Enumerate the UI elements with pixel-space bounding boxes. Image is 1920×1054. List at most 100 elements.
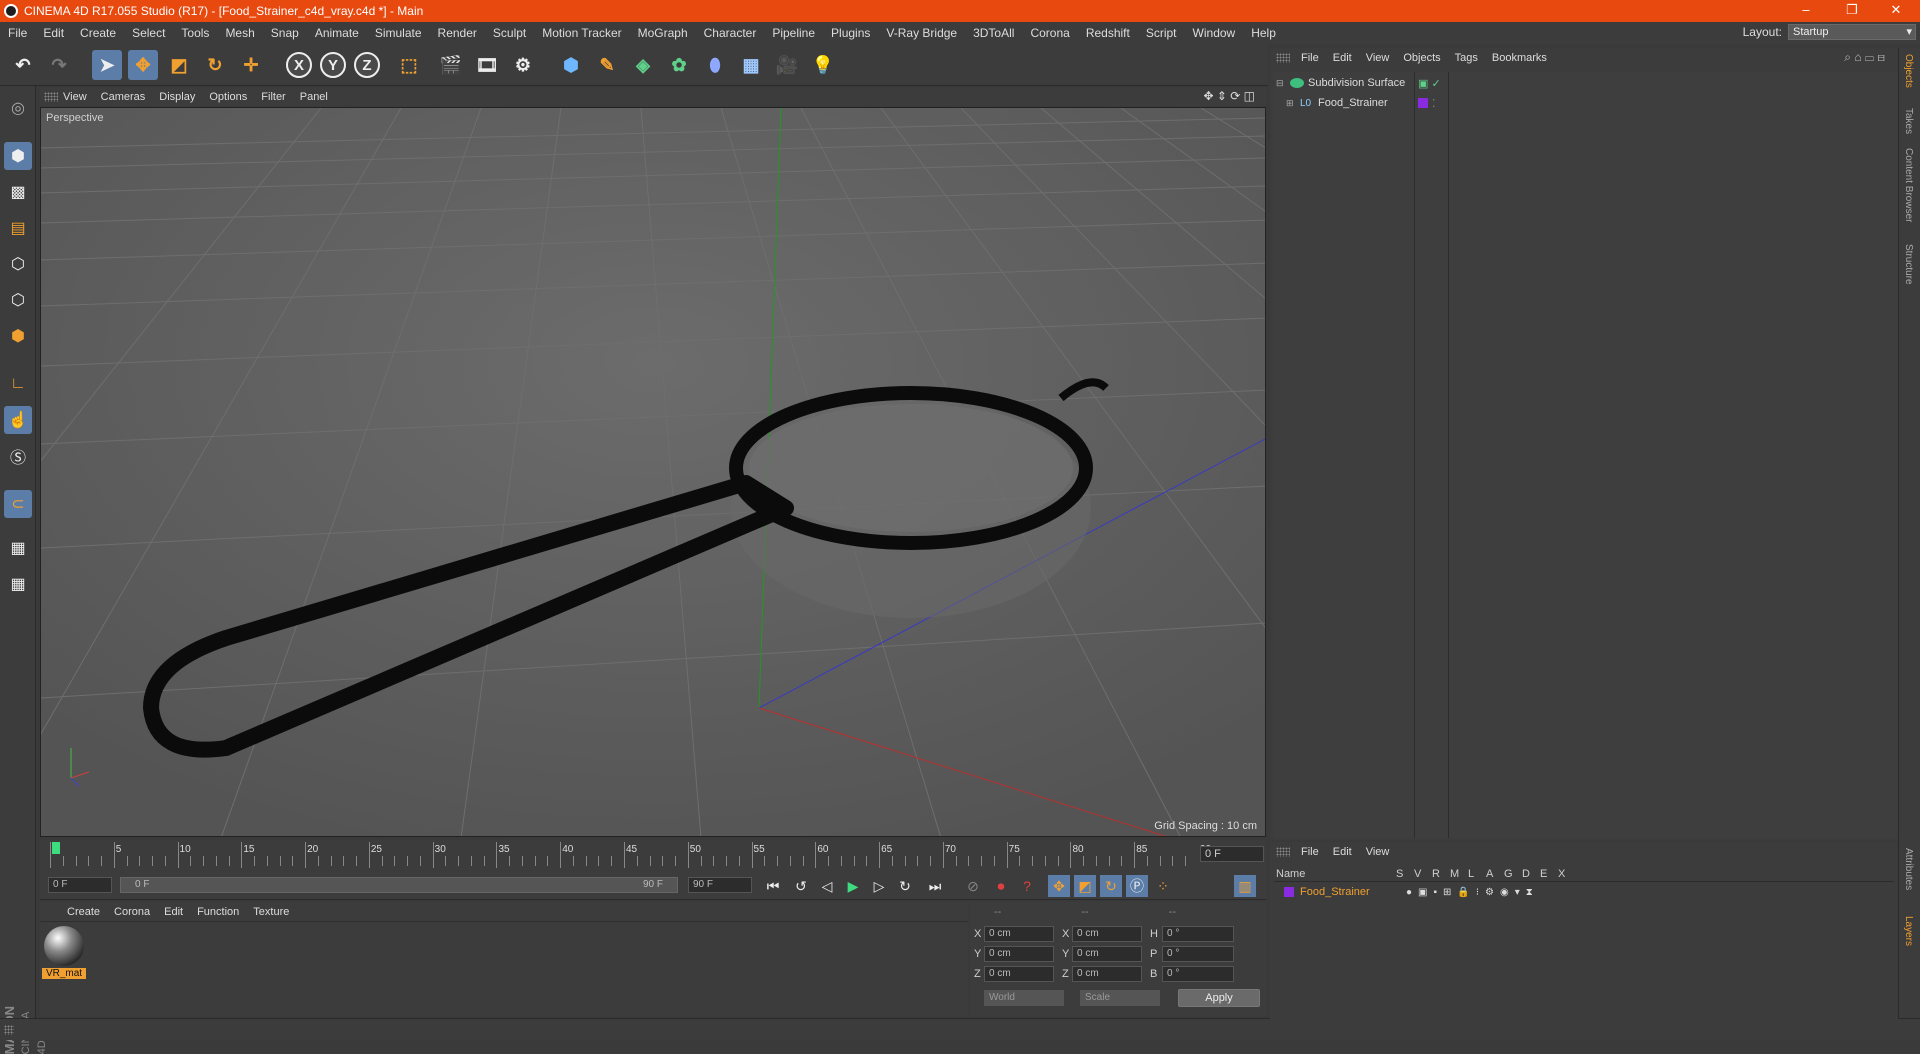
motion-path-icon[interactable]: ⊘: [962, 875, 984, 897]
enable-check-icon[interactable]: ▣ ✓: [1418, 77, 1441, 90]
obj-menu-tags[interactable]: Tags: [1448, 52, 1485, 64]
perspective-viewport[interactable]: Perspective Grid Spacing : 10 cm: [40, 107, 1266, 837]
menu-simulate[interactable]: Simulate: [367, 26, 430, 40]
coordinate-system-icon[interactable]: ⬚: [394, 50, 424, 80]
layer-color-swatch[interactable]: [1284, 887, 1294, 897]
menu-animate[interactable]: Animate: [307, 26, 367, 40]
collapse-icon[interactable]: ⊟: [1276, 78, 1286, 89]
layer-menu-file[interactable]: File: [1294, 846, 1326, 858]
end-frame-field[interactable]: 90 F: [688, 877, 752, 893]
layer-toggle-icons[interactable]: ●▣▪⊞🔒⁝⚙◉▾⧗: [1406, 887, 1539, 898]
layer-menu-view[interactable]: View: [1359, 846, 1397, 858]
menu-pipeline[interactable]: Pipeline: [764, 26, 823, 40]
menu-mesh[interactable]: Mesh: [217, 26, 262, 40]
floor-scene-icon[interactable]: ▦: [736, 50, 766, 80]
menu-mograph[interactable]: MoGraph: [630, 26, 696, 40]
play-forward-icon[interactable]: ▶: [842, 875, 864, 897]
rotation-p-field[interactable]: 0 °: [1162, 946, 1234, 962]
viewport-menu-options[interactable]: Options: [202, 91, 254, 103]
key-rotation-icon[interactable]: ↻: [1100, 875, 1122, 897]
close-button[interactable]: ✕: [1876, 0, 1916, 22]
layer-menu-edit[interactable]: Edit: [1326, 846, 1359, 858]
key-position-icon[interactable]: ✥: [1048, 875, 1070, 897]
key-parameter-icon[interactable]: Ⓟ: [1126, 875, 1148, 897]
y-axis-button[interactable]: Y: [320, 52, 346, 78]
edges-mode-icon[interactable]: ⬡: [4, 286, 32, 314]
frame-ruler[interactable]: 051015202530354045505560657075808590: [50, 842, 1211, 868]
object-name[interactable]: Subdivision Surface: [1308, 77, 1405, 89]
rotation-h-field[interactable]: 0 °: [1162, 926, 1234, 942]
tweak-mode-icon[interactable]: ☝: [4, 406, 32, 434]
deformer-icon[interactable]: ⬮: [700, 50, 730, 80]
scale-dropdown[interactable]: Scale: [1080, 990, 1160, 1006]
workplane-lock-icon[interactable]: ▦: [4, 534, 32, 562]
move-tool-icon[interactable]: ✥: [128, 50, 158, 80]
material-swatch[interactable]: VR_mat: [42, 926, 86, 984]
key-pla-icon[interactable]: ⁘: [1152, 875, 1174, 897]
menu-snap[interactable]: Snap: [263, 26, 307, 40]
next-key-icon[interactable]: ↻: [894, 875, 916, 897]
object-row-food-strainer[interactable]: ⊞ L0 Food_Strainer ⁚: [1274, 94, 1898, 112]
tab-layers[interactable]: Layers: [1903, 916, 1914, 946]
tab-takes[interactable]: Takes: [1903, 108, 1914, 134]
current-frame-field[interactable]: 0 F: [1200, 846, 1264, 862]
menu-sculpt[interactable]: Sculpt: [485, 26, 534, 40]
expand-icon[interactable]: ⊞: [1286, 98, 1296, 109]
layout-dropdown[interactable]: Startup: [1788, 24, 1916, 40]
object-name[interactable]: Food_Strainer: [1318, 97, 1388, 109]
menu-plugins[interactable]: Plugins: [823, 26, 878, 40]
live-selection-icon[interactable]: ✛: [236, 50, 266, 80]
z-axis-button[interactable]: Z: [354, 52, 380, 78]
position-z-field[interactable]: 0 cm: [984, 966, 1054, 982]
viewport-menu-panel[interactable]: Panel: [293, 91, 335, 103]
scale-tool-icon[interactable]: ◩: [164, 50, 194, 80]
menu-tools[interactable]: Tools: [173, 26, 217, 40]
visibility-dots-icon[interactable]: ⁚: [1432, 97, 1436, 110]
autokey-icon[interactable]: ?: [1016, 875, 1038, 897]
subdivision-generator-icon[interactable]: ◈: [628, 50, 658, 80]
size-x-field[interactable]: 0 cm: [1072, 926, 1142, 942]
position-y-field[interactable]: 0 cm: [984, 946, 1054, 962]
menu-3dtoall[interactable]: 3DToAll: [965, 26, 1022, 40]
render-settings-icon[interactable]: ⚙: [508, 50, 538, 80]
points-mode-icon[interactable]: ⬡: [4, 250, 32, 278]
menu-motion-tracker[interactable]: Motion Tracker: [534, 26, 629, 40]
mograph-cloner-icon[interactable]: ✿: [664, 50, 694, 80]
x-axis-button[interactable]: X: [286, 52, 312, 78]
viewport-navigation-icons[interactable]: ✥ ⇕ ⟳ ◫: [1196, 89, 1262, 103]
menu-redshift[interactable]: Redshift: [1078, 26, 1138, 40]
viewport-menu-filter[interactable]: Filter: [254, 91, 292, 103]
menu-vray-bridge[interactable]: V-Ray Bridge: [878, 26, 965, 40]
timeline-window-icon[interactable]: ▥: [1234, 875, 1256, 897]
obj-menu-bookmarks[interactable]: Bookmarks: [1485, 52, 1554, 64]
workplane-mode-icon[interactable]: ▤: [4, 214, 32, 242]
rotation-b-field[interactable]: 0 °: [1162, 966, 1234, 982]
playhead-marker[interactable]: [52, 842, 60, 854]
texture-mode-icon[interactable]: ▩: [4, 178, 32, 206]
make-editable-icon[interactable]: ◎: [4, 94, 32, 122]
timeline-ruler[interactable]: 051015202530354045505560657075808590 0 F: [40, 840, 1266, 870]
obj-menu-file[interactable]: File: [1294, 52, 1326, 64]
axis-mode-icon[interactable]: ∟: [4, 370, 32, 398]
menu-select[interactable]: Select: [124, 26, 173, 40]
minimize-button[interactable]: –: [1786, 0, 1826, 22]
viewport-menu-view[interactable]: View: [56, 91, 94, 103]
menu-file[interactable]: File: [0, 26, 35, 40]
planar-workplane-icon[interactable]: ▦: [4, 570, 32, 598]
record-keys-icon[interactable]: ⏺: [990, 875, 1012, 897]
world-dropdown[interactable]: World: [984, 990, 1064, 1006]
material-menu-edit[interactable]: Edit: [157, 906, 190, 918]
previous-key-icon[interactable]: ↺: [790, 875, 812, 897]
cube-primitive-icon[interactable]: ⬢: [556, 50, 586, 80]
menu-help[interactable]: Help: [1243, 26, 1284, 40]
frame-range-slider[interactable]: 0 F 90 F: [120, 877, 678, 893]
tab-objects[interactable]: Objects: [1903, 54, 1914, 88]
light-icon[interactable]: 💡: [808, 50, 838, 80]
magnet-icon[interactable]: ⊂: [4, 490, 32, 518]
layer-color-swatch[interactable]: [1418, 98, 1428, 108]
select-cursor-icon[interactable]: ➤: [92, 50, 122, 80]
tab-attributes[interactable]: Attributes: [1903, 848, 1914, 890]
start-frame-field[interactable]: 0 F: [48, 877, 112, 893]
maximize-button[interactable]: ❐: [1832, 0, 1872, 22]
rotate-tool-icon[interactable]: ↻: [200, 50, 230, 80]
